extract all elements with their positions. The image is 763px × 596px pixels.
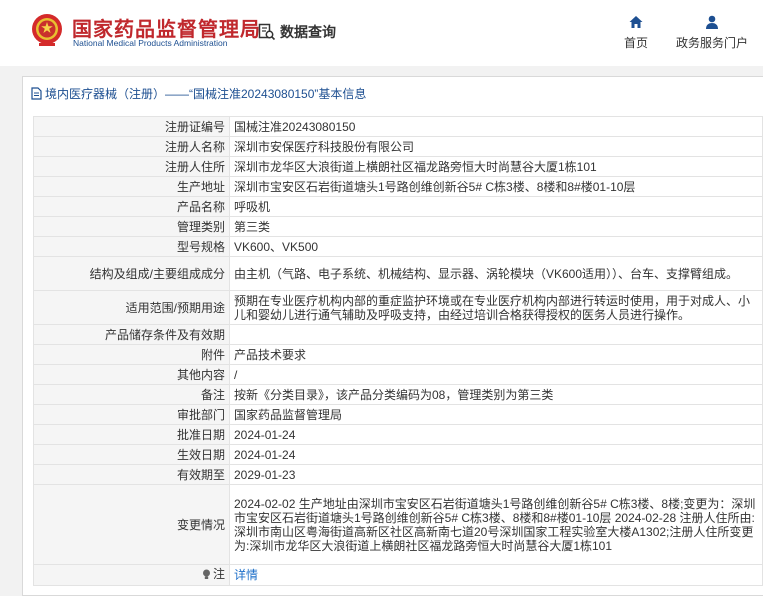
table-row: 附件 产品技术要求 bbox=[33, 344, 763, 365]
row-label: 产品储存条件及有效期 bbox=[33, 324, 230, 345]
table-row: 注 详情 bbox=[33, 564, 763, 586]
table-row: 有效期至 2029-01-23 bbox=[33, 464, 763, 485]
row-value bbox=[229, 324, 763, 345]
row-value: 产品技术要求 bbox=[229, 344, 763, 365]
row-label: 附件 bbox=[33, 344, 230, 365]
site-header: 国家药品监督管理局 National Medical Products Admi… bbox=[0, 0, 763, 66]
table-row: 生产地址 深圳市宝安区石岩街道塘头1号路创维创新谷5# C栋3楼、8楼和8#楼01… bbox=[33, 176, 763, 197]
row-label: 备注 bbox=[33, 384, 230, 405]
row-value: 第三类 bbox=[229, 216, 763, 237]
table-row: 产品名称 呼吸机 bbox=[33, 196, 763, 217]
table-row: 审批部门 国家药品监督管理局 bbox=[33, 404, 763, 425]
table-row: 注册人名称 深圳市安保医疗科技股份有限公司 bbox=[33, 136, 763, 157]
table-row: 结构及组成/主要组成成分 由主机（气路、电子系统、机械结构、显示器、涡轮模块（VK… bbox=[33, 256, 763, 291]
table-row: 生效日期 2024-01-24 bbox=[33, 444, 763, 465]
bulb-icon bbox=[202, 569, 210, 579]
row-label: 有效期至 bbox=[33, 464, 230, 485]
row-label: 其他内容 bbox=[33, 364, 230, 385]
user-icon bbox=[706, 15, 718, 29]
row-value: 呼吸机 bbox=[229, 196, 763, 217]
table-row: 产品储存条件及有效期 bbox=[33, 324, 763, 345]
row-value: 按新《分类目录》，该产品分类编码为08，管理类别为第三类 bbox=[229, 384, 763, 405]
table-row: 注册人住所 深圳市龙华区大浪街道上横朗社区福龙路旁恒大时尚慧谷大厦1栋101 bbox=[33, 156, 763, 177]
details-link[interactable]: 详情 bbox=[234, 568, 258, 582]
national-emblem-icon bbox=[32, 14, 62, 46]
row-value: 深圳市宝安区石岩街道塘头1号路创维创新谷5# C栋3楼、8楼和8#楼01-10层 bbox=[229, 176, 763, 197]
document-icon bbox=[31, 86, 42, 100]
row-value: 2029-01-23 bbox=[229, 464, 763, 485]
row-value: 国家药品监督管理局 bbox=[229, 404, 763, 425]
row-value: 国械注准20243080150 bbox=[229, 116, 763, 137]
row-value: VK600、VK500 bbox=[229, 236, 763, 257]
nav-service-portal[interactable]: 政务服务门户 bbox=[674, 14, 750, 52]
table-row: 适用范围/预期用途 预期在专业医疗机构内部的重症监护环境或在专业医疗机构内部进行转… bbox=[33, 290, 763, 325]
row-value: 由主机（气路、电子系统、机械结构、显示器、涡轮模块（VK600适用））、台车、支… bbox=[229, 256, 763, 291]
row-label: 变更情况 bbox=[33, 484, 230, 565]
row-label: 审批部门 bbox=[33, 404, 230, 425]
data-search-icon bbox=[258, 23, 276, 41]
row-label: 生产地址 bbox=[33, 176, 230, 197]
data-query-link[interactable]: 数据查询 bbox=[258, 20, 336, 44]
row-label: 产品名称 bbox=[33, 196, 230, 217]
row-label: 管理类别 bbox=[33, 216, 230, 237]
row-label: 结构及组成/主要组成成分 bbox=[33, 256, 230, 291]
nav-service-label: 政务服务门户 bbox=[675, 36, 748, 50]
breadcrumb: 境内医疗器械（注册）——“国械注准20243080150”基本信息 bbox=[31, 85, 366, 101]
row-label: 注册人住所 bbox=[33, 156, 230, 177]
table-row: 其他内容 / bbox=[33, 364, 763, 385]
home-icon bbox=[629, 16, 643, 28]
table-row: 变更情况 2024-02-02 生产地址由深圳市宝安区石岩街道塘头1号路创维创新谷… bbox=[33, 484, 763, 565]
nav-home-label: 首页 bbox=[623, 36, 648, 50]
row-value: 2024-01-24 bbox=[229, 444, 763, 465]
nav-home[interactable]: 首页 bbox=[620, 14, 652, 52]
row-label: 批准日期 bbox=[33, 424, 230, 445]
note-key: 注 bbox=[202, 567, 225, 581]
row-value: 预期在专业医疗机构内部的重症监护环境或在专业医疗机构内部进行转运时使用，用于对成… bbox=[229, 290, 763, 325]
row-label: 适用范围/预期用途 bbox=[33, 290, 230, 325]
row-label: 注 bbox=[33, 564, 230, 586]
registration-info-table: 注册证编号 国械注准20243080150 注册人名称 深圳市安保医疗科技股份有限公… bbox=[33, 116, 763, 586]
data-query-label: 数据查询 bbox=[280, 24, 336, 40]
row-label: 生效日期 bbox=[33, 444, 230, 465]
table-row: 型号规格 VK600、VK500 bbox=[33, 236, 763, 257]
table-row: 管理类别 第三类 bbox=[33, 216, 763, 237]
row-value: 2024-02-02 生产地址由深圳市宝安区石岩街道塘头1号路创维创新谷5# C… bbox=[229, 484, 763, 565]
table-row: 备注 按新《分类目录》，该产品分类编码为08，管理类别为第三类 bbox=[33, 384, 763, 405]
note-label: 注 bbox=[212, 567, 225, 581]
row-value: 深圳市龙华区大浪街道上横朗社区福龙路旁恒大时尚慧谷大厦1栋101 bbox=[229, 156, 763, 177]
row-label: 型号规格 bbox=[33, 236, 230, 257]
row-value: / bbox=[229, 364, 763, 385]
row-label: 注册人名称 bbox=[33, 136, 230, 157]
row-value: 深圳市安保医疗科技股份有限公司 bbox=[229, 136, 763, 157]
brand-title-en: National Medical Products Administration bbox=[73, 38, 228, 48]
breadcrumb-text: 境内医疗器械（注册）——“国械注准20243080150”基本信息 bbox=[45, 86, 367, 101]
row-value: 2024-01-24 bbox=[229, 424, 763, 445]
table-row: 注册证编号 国械注准20243080150 bbox=[33, 116, 763, 137]
row-label: 注册证编号 bbox=[33, 116, 230, 137]
row-value: 详情 bbox=[229, 564, 763, 586]
table-row: 批准日期 2024-01-24 bbox=[33, 424, 763, 445]
